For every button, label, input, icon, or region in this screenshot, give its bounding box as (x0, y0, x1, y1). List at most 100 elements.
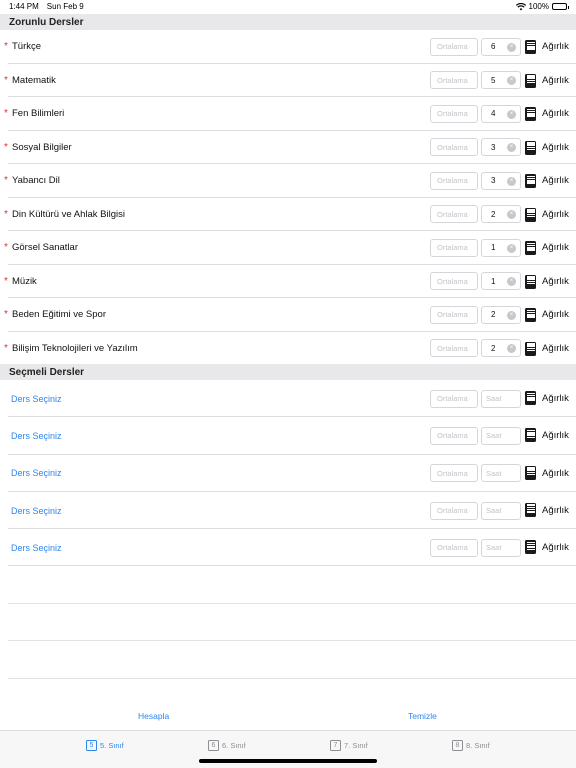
clear-icon[interactable]: × (507, 277, 516, 287)
calculator-icon[interactable] (525, 140, 536, 155)
grade-8-icon: 8 (452, 740, 463, 751)
average-input[interactable]: Ortalama (430, 339, 478, 358)
average-input[interactable]: Ortalama (430, 104, 478, 123)
clear-icon[interactable]: × (507, 210, 516, 220)
calculator-icon[interactable] (525, 391, 536, 405)
calculator-icon[interactable] (525, 341, 536, 356)
select-course-button[interactable]: Ders Seçiniz (11, 543, 62, 553)
calculator-icon[interactable] (525, 107, 536, 121)
hours-input[interactable]: Saat (481, 464, 521, 483)
weight-label: Ağırlık (542, 505, 569, 517)
table-row: * Yabancı Dil Ortalama 3 × Ağırlık (0, 164, 576, 198)
hours-input[interactable]: 4 × (481, 104, 521, 123)
calculator-icon[interactable] (525, 207, 536, 222)
calculator-icon[interactable] (525, 428, 536, 443)
table-row: Ders Seçiniz Ortalama Saat Ağırlık (0, 529, 576, 567)
status-time: 1:44 PM (9, 2, 39, 11)
calculator-icon[interactable] (525, 174, 536, 188)
average-input[interactable]: Ortalama (430, 538, 478, 557)
hours-input[interactable]: 6 × (481, 37, 521, 56)
table-row: Ders Seçiniz Ortalama Saat Ağırlık (0, 380, 576, 418)
clear-icon[interactable]: × (507, 143, 516, 153)
weight-label: Ağırlık (542, 467, 569, 479)
select-course-button[interactable]: Ders Seçiniz (11, 394, 62, 404)
calculator-icon[interactable] (525, 502, 536, 517)
clear-icon[interactable]: × (507, 243, 516, 253)
weight-label: Ağırlık (542, 309, 569, 321)
average-input[interactable]: Ortalama (430, 464, 478, 483)
subject-name: Müzik (12, 275, 37, 287)
average-input[interactable]: Ortalama (430, 138, 478, 157)
subject-name: Beden Eğitimi ve Spor (12, 309, 106, 321)
average-input[interactable]: Ortalama (430, 171, 478, 190)
table-row: * Fen Bilimleri Ortalama 4 × Ağırlık (0, 97, 576, 131)
hours-value: 1 (491, 243, 496, 253)
calculate-button[interactable]: Hesapla (138, 711, 169, 721)
hours-input[interactable]: 2 × (481, 339, 521, 358)
calculator-icon[interactable] (525, 73, 536, 88)
battery-icon (552, 3, 569, 10)
average-input[interactable]: Ortalama (430, 426, 478, 445)
select-course-button[interactable]: Ders Seçiniz (11, 506, 62, 516)
required-mark: * (4, 309, 8, 321)
tab-grade-6[interactable]: 6 6. Sınıf (208, 740, 246, 751)
clear-icon[interactable]: × (507, 310, 516, 320)
hours-input[interactable]: Saat (481, 501, 521, 520)
hours-input[interactable]: 5 × (481, 71, 521, 90)
hours-input[interactable]: 2 × (481, 305, 521, 324)
clear-icon[interactable]: × (507, 42, 516, 52)
clear-icon[interactable]: × (507, 109, 516, 119)
table-row: * Görsel Sanatlar Ortalama 1 × Ağırlık (0, 231, 576, 265)
tab-label: 6. Sınıf (222, 741, 246, 750)
weight-label: Ağırlık (542, 393, 569, 405)
hours-value: 2 (491, 310, 496, 320)
tab-grade-7[interactable]: 7 7. Sınıf (330, 740, 368, 751)
hours-input[interactable]: 2 × (481, 205, 521, 224)
tab-grade-5[interactable]: 5 5. Sınıf (86, 740, 124, 751)
home-indicator (199, 759, 377, 763)
weight-label: Ağırlık (542, 542, 569, 554)
clear-icon[interactable]: × (507, 344, 516, 354)
calculator-icon[interactable] (525, 308, 536, 322)
hours-input[interactable]: 1 × (481, 238, 521, 257)
average-input[interactable]: Ortalama (430, 238, 478, 257)
calculator-icon[interactable] (525, 274, 536, 289)
clear-button[interactable]: Temizle (408, 711, 437, 721)
grade-6-icon: 6 (208, 740, 219, 751)
calculator-icon[interactable] (525, 241, 536, 255)
calculator-icon[interactable] (525, 540, 536, 555)
select-course-button[interactable]: Ders Seçiniz (11, 431, 62, 441)
clear-icon[interactable]: × (507, 176, 516, 186)
hours-input[interactable]: Saat (481, 389, 521, 408)
average-input[interactable]: Ortalama (430, 389, 478, 408)
average-input[interactable]: Ortalama (430, 501, 478, 520)
table-separator (8, 640, 576, 641)
subject-name: Yabancı Dil (12, 175, 60, 187)
weight-label: Ağırlık (542, 242, 569, 254)
tab-grade-8[interactable]: 8 8. Sınıf (452, 740, 490, 751)
average-input[interactable]: Ortalama (430, 272, 478, 291)
required-mark: * (4, 208, 8, 220)
average-input[interactable]: Ortalama (430, 305, 478, 324)
table-row: * Din Kültürü ve Ahlak Bilgisi Ortalama 2 × A… (0, 198, 576, 231)
select-course-button[interactable]: Ders Seçiniz (11, 468, 62, 478)
hours-input[interactable]: 1 × (481, 272, 521, 291)
clear-icon[interactable]: × (507, 76, 516, 86)
calculator-icon[interactable] (525, 465, 536, 480)
subject-name: Görsel Sanatlar (12, 242, 79, 254)
weight-label: Ağırlık (542, 208, 569, 220)
average-input[interactable]: Ortalama (430, 205, 478, 224)
average-input[interactable]: Ortalama (430, 37, 478, 56)
hours-input[interactable]: 3 × (481, 138, 521, 157)
required-mark: * (4, 74, 8, 86)
hours-value: 5 (491, 75, 496, 85)
table-row: Ders Seçiniz Ortalama Saat Ağırlık (0, 492, 576, 530)
average-input[interactable]: Ortalama (430, 71, 478, 90)
hours-input[interactable]: 3 × (481, 171, 521, 190)
hours-input[interactable]: Saat (481, 426, 521, 445)
required-mark: * (4, 242, 8, 254)
calculator-icon[interactable] (525, 40, 536, 54)
hours-input[interactable]: Saat (481, 538, 521, 557)
table-row: * Beden Eğitimi ve Spor Ortalama 2 × Ağırlık (0, 298, 576, 332)
battery-percent: 100% (528, 2, 549, 11)
